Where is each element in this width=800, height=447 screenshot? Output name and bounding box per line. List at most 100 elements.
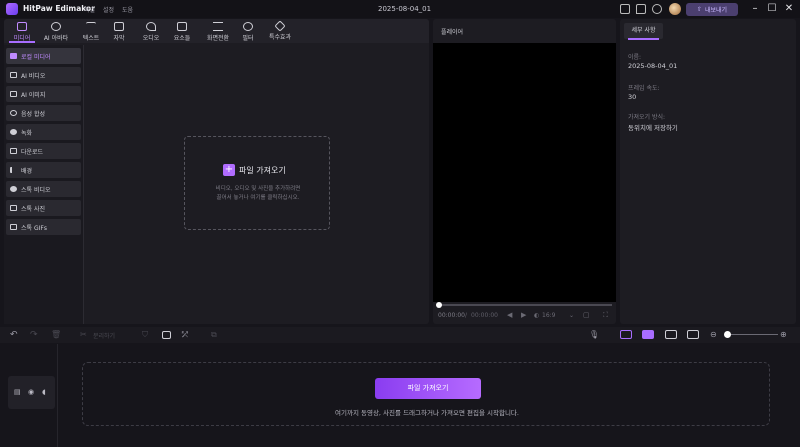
sidebar-item-local-media[interactable]: 로컬 미디어: [6, 48, 81, 64]
chevron-down-icon[interactable]: ⌄: [569, 312, 574, 319]
sidebar-item-ai-video[interactable]: AI 비디오: [6, 67, 81, 83]
drop-hint: 여기까지 동영상, 사진를 드래그하거나 가져오면 편집을 시작합니다.: [335, 409, 519, 417]
minimize-icon[interactable]: –: [749, 3, 761, 15]
menu-help[interactable]: 도움: [122, 5, 133, 14]
ai-image-icon: [10, 91, 17, 97]
active-tab-indicator: [628, 38, 659, 40]
tab-label: 화면전환: [206, 35, 230, 42]
tab-elements[interactable]: 요소들: [164, 21, 200, 43]
prev-frame-icon[interactable]: ◀: [507, 311, 512, 319]
play-icon[interactable]: ▶: [521, 311, 526, 319]
tab-filter[interactable]: 필터: [230, 21, 266, 43]
tab-media[interactable]: 미디어: [4, 21, 40, 43]
tab-label: 자막: [113, 35, 125, 42]
divider: [83, 45, 84, 324]
import-file-button[interactable]: 파일 가져오기: [375, 378, 481, 399]
aspect-ratio-select[interactable]: 16:9: [542, 312, 555, 319]
sidebar-item-download[interactable]: 다운로드: [6, 143, 81, 159]
detail-import-mode-value: 동위치에 저장하기: [628, 124, 678, 132]
delete-icon[interactable]: 🗑: [51, 330, 61, 340]
media-panel: 미디어 AI 아바타 텍스트 자막 오디오 요소들 화면전환 필터 특수효과 로…: [4, 19, 429, 324]
link-clip-icon[interactable]: [642, 330, 654, 339]
sidebar-item-ai-image[interactable]: AI 이미지: [6, 86, 81, 102]
redo-icon[interactable]: ↷: [30, 330, 38, 340]
zoom-slider[interactable]: [730, 334, 778, 335]
title-bar: HitPaw Edimakor 파일 설정 도움 2025-08-04_01 ⇧…: [0, 0, 800, 18]
shield-icon[interactable]: ⛉: [142, 330, 148, 340]
menu-settings[interactable]: 설정: [103, 5, 114, 14]
split-icon[interactable]: ✂: [80, 330, 87, 340]
document-title: 2025-08-04_01: [378, 5, 432, 13]
zoom-out-icon[interactable]: ⊖: [710, 330, 717, 340]
snapshot-icon[interactable]: ▢: [583, 311, 590, 319]
music-icon: [146, 22, 156, 31]
tab-ai-avatar[interactable]: AI 아바타: [38, 21, 74, 43]
detail-framerate-label: 프레임 속도:: [628, 85, 660, 92]
import-hint: 끌어서 놓거나 여기를 클릭하십시오.: [216, 195, 300, 201]
timeline-drop-zone[interactable]: 파일 가져오기 여기까지 동영상, 사진를 드래그하거나 가져오면 편집을 시작…: [82, 362, 770, 426]
sidebar-item-stock-photo[interactable]: 스톡 사진: [6, 200, 81, 216]
close-icon[interactable]: ✕: [783, 3, 795, 15]
export-button[interactable]: ⇧ 내보내기: [686, 3, 738, 16]
track-video-icon[interactable]: ▤: [14, 388, 21, 396]
sidebar-item-label: 음성 합성: [21, 110, 45, 118]
current-time: 00:00:00: [438, 312, 465, 319]
text-box-icon[interactable]: [162, 331, 171, 339]
video-preview[interactable]: [433, 43, 616, 302]
track-header: ▤ ◉ ◖: [8, 376, 55, 409]
tab-subtitle[interactable]: 자막: [101, 21, 137, 43]
tab-label: AI 아바타: [43, 35, 69, 42]
split-label[interactable]: 분리하기: [93, 331, 115, 340]
sidebar-item-record[interactable]: 녹화: [6, 124, 81, 140]
voice-icon: [10, 110, 17, 116]
undo-icon[interactable]: ↶: [10, 330, 18, 340]
media-source-list: 로컬 미디어 AI 비디오 AI 이미지 음성 합성 녹화 다운로드 배경 스톡…: [4, 45, 83, 324]
tab-effects[interactable]: 특수효과: [262, 20, 298, 43]
sidebar-item-stock-video[interactable]: 스톡 비디오: [6, 181, 81, 197]
app-logo: [6, 3, 18, 15]
subtitle-icon: [114, 22, 124, 31]
next-frame-icon[interactable]: ◐: [534, 312, 539, 319]
media-toolbar: 미디어 AI 아바타 텍스트 자막 오디오 요소들 화면전환 필터 특수효과: [4, 19, 429, 43]
timeline-toolbar: ↶ ↷ 🗑 ✂ 분리하기 ⛉ ⤱ ⧉ 🎙 ⊖ ⊕: [0, 327, 800, 343]
folder-icon: [10, 53, 17, 59]
import-hint: 비디오, 오디오 및 사진을 추가하려면: [215, 186, 301, 192]
link-icon[interactable]: [665, 330, 677, 339]
zoom-slider-handle[interactable]: [724, 331, 731, 338]
magnet-snap-icon[interactable]: [620, 330, 632, 339]
details-panel: 세부 사항 이름: 2025-08-04_01 프레임 속도: 30 가져오기 …: [620, 19, 796, 324]
sidebar-item-stock-gifs[interactable]: 스톡 GIFs: [6, 219, 81, 235]
microphone-icon[interactable]: 🎙: [589, 330, 599, 340]
tab-label: 특수효과: [268, 34, 292, 41]
gif-icon: [10, 224, 17, 230]
visibility-icon[interactable]: ◉: [28, 388, 34, 396]
zoom-in-icon[interactable]: ⊕: [780, 330, 787, 340]
playback-scrubber[interactable]: [439, 304, 612, 306]
layout-icon[interactable]: [620, 4, 630, 14]
audio-sync-icon[interactable]: [687, 330, 699, 339]
tab-label: 오디오: [142, 35, 160, 42]
sidebar-item-label: AI 이미지: [21, 91, 46, 99]
sidebar-item-background[interactable]: 배경: [6, 162, 81, 178]
audio-mute-icon[interactable]: ◖: [42, 388, 46, 396]
sidebar-item-voice[interactable]: 음성 합성: [6, 105, 81, 121]
upload-icon: ⇧: [696, 6, 702, 13]
export-clip-icon[interactable]: ⧉: [211, 330, 217, 340]
feedback-icon[interactable]: [636, 4, 646, 14]
sidebar-item-label: 스톡 비디오: [21, 186, 51, 194]
player-title: 플레이어: [441, 29, 464, 36]
maximize-icon[interactable]: ☐: [766, 3, 778, 15]
notification-icon[interactable]: [652, 4, 662, 14]
avatar[interactable]: [669, 3, 681, 15]
stock-photo-icon: [10, 205, 17, 211]
scrubber-handle[interactable]: [436, 302, 442, 308]
timeline: ▤ ◉ ◖ 파일 가져오기 여기까지 동영상, 사진를 드래그하거나 가져오면 …: [0, 344, 800, 447]
import-drop-area[interactable]: + 파일 가져오기 비디오, 오디오 및 사진을 추가하려면 끌어서 놓거나 여…: [184, 136, 330, 230]
download-icon: [10, 148, 17, 154]
fullscreen-icon[interactable]: ⛶: [603, 311, 608, 320]
divider: [57, 344, 58, 447]
tab-details[interactable]: 세부 사항: [624, 23, 663, 39]
crop-icon[interactable]: ⤱: [182, 330, 188, 340]
sidebar-item-label: 스톡 사진: [21, 205, 45, 213]
menu-file[interactable]: 파일: [84, 5, 95, 14]
